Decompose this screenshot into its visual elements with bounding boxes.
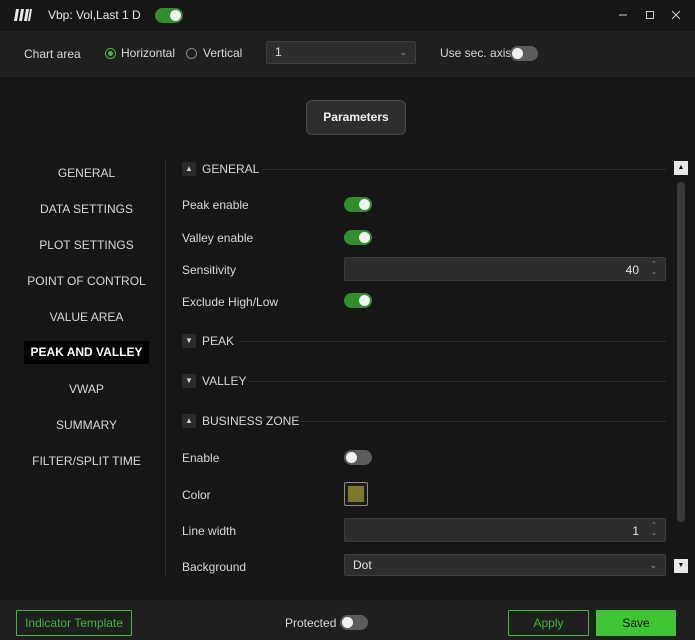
- panel-select[interactable]: 1 ⌄: [266, 41, 416, 64]
- apply-button[interactable]: Apply: [508, 610, 589, 636]
- section-business-zone-title: BUSINESS ZONE: [202, 414, 300, 428]
- nav-item-vwap[interactable]: VWAP: [0, 382, 173, 396]
- business-zone-enable-label: Enable: [182, 451, 220, 465]
- nav-item-peak-and-valley[interactable]: PEAK AND VALLEY: [24, 341, 149, 364]
- line-width-stepper[interactable]: 1 ⌃ ⌄: [344, 518, 666, 542]
- protected-toggle[interactable]: [340, 615, 368, 630]
- exclude-high-low-toggle[interactable]: [344, 293, 372, 308]
- minimize-icon[interactable]: [613, 6, 633, 24]
- title-bar: Vbp: Vol,Last 1 D: [0, 0, 695, 31]
- maximize-icon[interactable]: [640, 6, 660, 24]
- background-select[interactable]: Dot ⌄: [344, 554, 666, 576]
- nav-item-general[interactable]: GENERAL: [0, 166, 173, 180]
- valley-enable-toggle[interactable]: [344, 230, 372, 245]
- section-valley-header[interactable]: ▼ VALLEY: [182, 373, 246, 389]
- line-width-label: Line width: [182, 524, 237, 538]
- business-zone-enable-toggle[interactable]: [344, 450, 372, 465]
- nav-item-data-settings[interactable]: DATA SETTINGS: [0, 202, 173, 216]
- toggle-knob: [512, 48, 523, 59]
- main-panel: Parameters GENERAL DATA SETTINGS PLOT SE…: [0, 77, 695, 600]
- color-swatch-fill: [348, 486, 364, 502]
- section-peak-header[interactable]: ▼ PEAK: [182, 333, 234, 349]
- toggle-knob: [170, 10, 181, 21]
- toggle-knob: [342, 617, 353, 628]
- chart-area-bar: Chart area Horizontal Vertical 1 ⌄ Use s…: [0, 31, 695, 77]
- sensitivity-value: 40: [625, 263, 639, 277]
- chevron-down-icon[interactable]: ▼: [182, 334, 196, 348]
- nav-item-value-area[interactable]: VALUE AREA: [0, 310, 173, 324]
- section-general-header[interactable]: ▲ GENERAL: [182, 161, 259, 177]
- use-sec-axis-toggle[interactable]: [510, 46, 538, 61]
- nav-divider: [165, 160, 166, 577]
- protected-label: Protected: [285, 616, 337, 630]
- chevron-down-icon: ⌄: [649, 560, 657, 570]
- section-business-zone-header[interactable]: ▲ BUSINESS ZONE: [182, 413, 299, 429]
- section-general-title: GENERAL: [202, 162, 260, 176]
- section-peak-title: PEAK: [202, 334, 235, 348]
- vertical-radio[interactable]: [186, 48, 197, 59]
- scroll-up-icon[interactable]: ▲: [674, 161, 688, 175]
- background-select-value: Dot: [353, 558, 372, 572]
- section-divider: [248, 381, 666, 382]
- scroll-down-icon[interactable]: ▼: [674, 559, 688, 573]
- color-label: Color: [182, 488, 211, 502]
- indicator-enabled-toggle[interactable]: [155, 8, 183, 23]
- peak-enable-label: Peak enable: [182, 198, 249, 212]
- toggle-knob: [359, 199, 370, 210]
- exclude-high-low-label: Exclude High/Low: [182, 295, 279, 309]
- peak-enable-toggle[interactable]: [344, 197, 372, 212]
- indicator-template-button[interactable]: Indicator Template: [16, 610, 132, 636]
- chevron-up-icon[interactable]: ▲: [182, 162, 196, 176]
- chevron-down-icon[interactable]: ▼: [182, 374, 196, 388]
- nav-item-filter-split-time[interactable]: FILTER/SPLIT TIME: [0, 454, 173, 468]
- section-divider: [262, 169, 666, 170]
- background-label: Background: [182, 560, 247, 574]
- line-width-value: 1: [632, 524, 639, 538]
- app-logo-icon: [14, 9, 32, 21]
- section-divider: [238, 341, 666, 342]
- parameters-button[interactable]: Parameters: [306, 100, 406, 135]
- horizontal-radio[interactable]: [105, 48, 116, 59]
- chevron-down-icon: ⌄: [399, 47, 407, 57]
- toggle-knob: [359, 295, 370, 306]
- scrollbar-thumb[interactable]: [677, 182, 685, 522]
- sensitivity-label: Sensitivity: [182, 263, 237, 277]
- nav-item-summary[interactable]: SUMMARY: [0, 418, 173, 432]
- footer-bar: Indicator Template Protected Apply Save: [0, 600, 695, 640]
- panel-select-value: 1: [275, 45, 282, 59]
- horizontal-label[interactable]: Horizontal: [121, 46, 175, 60]
- use-sec-axis-label: Use sec. axis: [440, 46, 512, 60]
- section-divider: [296, 421, 666, 422]
- toggle-knob: [346, 452, 357, 463]
- close-icon[interactable]: [666, 6, 686, 24]
- chart-area-label: Chart area: [24, 47, 81, 61]
- section-valley-title: VALLEY: [202, 374, 247, 388]
- save-button[interactable]: Save: [596, 610, 676, 636]
- chevron-up-icon[interactable]: ▲: [182, 414, 196, 428]
- window-title: Vbp: Vol,Last 1 D: [48, 8, 141, 22]
- nav-item-plot-settings[interactable]: PLOT SETTINGS: [0, 238, 173, 252]
- vertical-label[interactable]: Vertical: [203, 46, 242, 60]
- toggle-knob: [359, 232, 370, 243]
- nav-item-point-of-control[interactable]: POINT OF CONTROL: [0, 274, 173, 288]
- stepper-arrows-icon[interactable]: ⌃ ⌄: [651, 261, 657, 277]
- stepper-arrows-icon[interactable]: ⌃ ⌄: [651, 522, 657, 538]
- valley-enable-label: Valley enable: [182, 231, 254, 245]
- sensitivity-stepper[interactable]: 40 ⌃ ⌄: [344, 257, 666, 281]
- color-picker[interactable]: [344, 482, 368, 506]
